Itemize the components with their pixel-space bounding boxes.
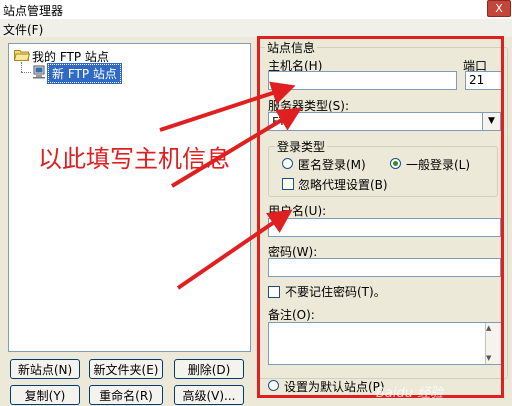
watermark: Baidu 经验 — [376, 386, 444, 401]
annotation-arrows — [159, 81, 302, 290]
annotation-text: 以此填写主机信息 — [38, 145, 230, 173]
annotation-arrow — [176, 209, 293, 290]
annotation-arrow — [159, 81, 296, 132]
